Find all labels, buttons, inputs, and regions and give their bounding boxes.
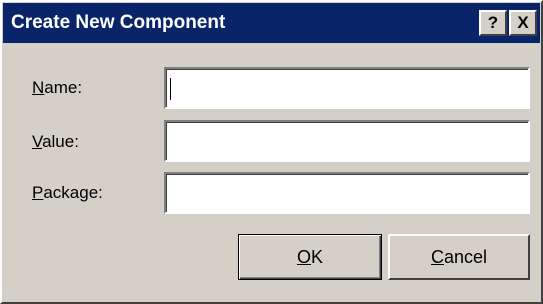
package-label-text: ackage:: [43, 183, 103, 202]
ok-button-accelerator: O: [296, 247, 311, 267]
title-bar[interactable]: Create New Component ? X: [3, 3, 540, 43]
name-label: Name:: [32, 77, 82, 99]
cancel-button[interactable]: Cancel: [388, 234, 530, 280]
package-input[interactable]: [164, 172, 530, 214]
close-icon: X: [517, 13, 529, 32]
close-button[interactable]: X: [509, 10, 537, 36]
question-mark-icon: ?: [487, 13, 499, 32]
cancel-button-label: Cancel: [431, 247, 487, 267]
ok-button-label: OK: [297, 247, 323, 267]
window-title: Create New Component: [11, 12, 226, 33]
package-label: Package:: [32, 182, 103, 204]
cancel-button-text: ancel: [443, 247, 488, 267]
help-button[interactable]: ?: [479, 10, 507, 36]
cancel-button-accelerator: C: [430, 247, 444, 267]
text-caret: [170, 78, 171, 100]
create-new-component-dialog: Create New Component ? X Name: Value: Pa…: [0, 0, 543, 304]
name-label-text: ame:: [44, 78, 83, 97]
value-label-text: alue:: [42, 132, 79, 151]
value-input[interactable]: [164, 120, 530, 162]
ok-button[interactable]: OK: [238, 234, 382, 280]
name-label-accelerator: N: [32, 78, 45, 97]
ok-button-text: K: [311, 247, 324, 267]
package-label-accelerator: P: [32, 183, 44, 202]
name-input[interactable]: [164, 67, 530, 109]
value-label: Value:: [32, 131, 79, 153]
value-label-accelerator: V: [32, 132, 43, 151]
